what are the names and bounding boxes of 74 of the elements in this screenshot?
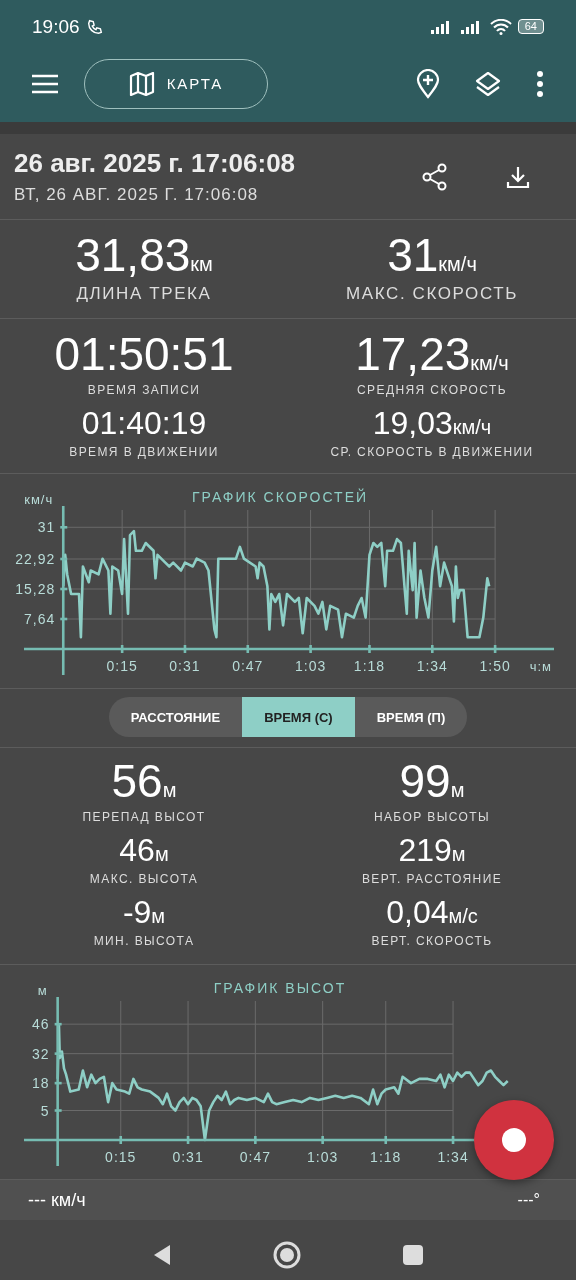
status-time: 19:06	[32, 15, 80, 38]
y-tick-label: 22,92	[15, 551, 56, 567]
y-tick-label: 15,28	[15, 581, 56, 597]
recents-icon[interactable]	[402, 1244, 424, 1266]
x-tick-label: 1:50	[479, 658, 511, 674]
mode-tab[interactable]: РАССТОЯНИЕ	[108, 697, 243, 737]
stat-label: ВРЕМЯ В ДВИЖЕНИИ	[69, 445, 219, 459]
current-speed: --- км/ч	[28, 1189, 86, 1211]
stat-label: МИН. ВЫСОТА	[93, 934, 195, 948]
add-location-icon[interactable]	[416, 68, 440, 99]
stat-label: ДЛИНА ТРЕКА	[76, 284, 212, 304]
x-axis-unit: ч:м	[529, 659, 552, 674]
record-button[interactable]	[474, 1100, 554, 1180]
x-tick-label: 1:03	[307, 1149, 339, 1165]
stat-value: -9м	[122, 896, 166, 928]
back-icon[interactable]	[152, 1244, 172, 1266]
y-tick-label: 46	[32, 1016, 50, 1033]
more-icon[interactable]	[536, 70, 544, 97]
chart-title: ГРАФИК ВЫСОТ	[213, 980, 347, 996]
download-icon[interactable]	[506, 164, 530, 189]
stat-value: 99м	[399, 758, 465, 804]
y-tick-label: 5	[40, 1102, 50, 1119]
x-tick-label: 0:15	[105, 1149, 137, 1165]
x-tick-label: 1:34	[416, 658, 448, 674]
battery-indicator: 64	[517, 19, 544, 34]
stat-label: ВРЕМЯ ЗАПИСИ	[87, 383, 201, 397]
y-tick-label: 32	[32, 1045, 50, 1062]
stat-value: 01:50:51	[54, 331, 234, 377]
stat-value: 219м	[398, 834, 466, 866]
wifi-icon	[489, 18, 512, 35]
y-tick-label: 31	[37, 519, 56, 536]
stat-value: 0,04м/с	[386, 896, 478, 928]
x-tick-label: 0:47	[239, 1149, 271, 1165]
record-icon	[502, 1128, 526, 1152]
x-tick-label: 0:15	[106, 658, 138, 674]
layers-icon[interactable]	[474, 69, 502, 98]
stat-value: 31км/ч	[387, 232, 477, 278]
x-tick-label: 0:31	[169, 658, 201, 674]
stat-value: 31,83км	[75, 232, 213, 278]
stat-label: ПЕРЕПАД ВЫСОТ	[82, 810, 206, 824]
stat-value: 19,03км/ч	[372, 407, 492, 439]
y-axis-unit: км/ч	[24, 492, 54, 507]
track-title: 26 авг. 2025 г. 17:06:08	[14, 148, 297, 179]
stat-label: СРЕДНЯЯ СКОРОСТЬ	[357, 383, 507, 397]
x-tick-label: 1:34	[437, 1149, 469, 1165]
stat-label: МАКС. СКОРОСТЬ	[346, 284, 518, 304]
y-axis-unit: м	[37, 983, 48, 998]
chart-title: ГРАФИК СКОРОСТЕЙ	[191, 489, 369, 505]
stat-label: СР. СКОРОСТЬ В ДВИЖЕНИИ	[330, 445, 534, 459]
mode-tab[interactable]: ВРЕМЯ (С)	[242, 697, 355, 737]
track-subtitle: ВТ, 26 АВГ. 2025 Г. 17:06:08	[14, 185, 260, 205]
stat-value: 17,23км/ч	[355, 331, 509, 377]
stat-value: 46м	[119, 834, 169, 866]
stat-label: ВЕРТ. РАССТОЯНИЕ	[361, 872, 503, 886]
current-heading: ---°	[517, 1191, 540, 1209]
share-icon[interactable]	[422, 162, 448, 191]
stat-label: ВЕРТ. СКОРОСТЬ	[371, 934, 493, 948]
x-tick-label: 1:03	[294, 658, 327, 674]
y-tick-label: 7,64	[24, 611, 56, 627]
stat-label: МАКС. ВЫСОТА	[89, 872, 199, 886]
y-tick-label: 18	[32, 1075, 50, 1092]
phone-icon	[85, 17, 104, 36]
menu-icon[interactable]	[32, 73, 58, 94]
map-icon	[128, 71, 155, 96]
home-icon[interactable]	[272, 1240, 302, 1270]
stat-value: 01:40:19	[81, 407, 207, 439]
x-tick-label: 0:47	[232, 658, 264, 674]
x-tick-label: 1:18	[353, 658, 386, 674]
stat-value: 56м	[111, 758, 177, 804]
stat-label: НАБОР ВЫСОТЫ	[373, 810, 491, 824]
x-tick-label: 0:31	[172, 1149, 204, 1165]
mode-tab[interactable]: ВРЕМЯ (П)	[354, 697, 468, 737]
map-button[interactable]: КАРТА	[84, 58, 268, 109]
x-tick-label: 1:18	[370, 1149, 402, 1165]
